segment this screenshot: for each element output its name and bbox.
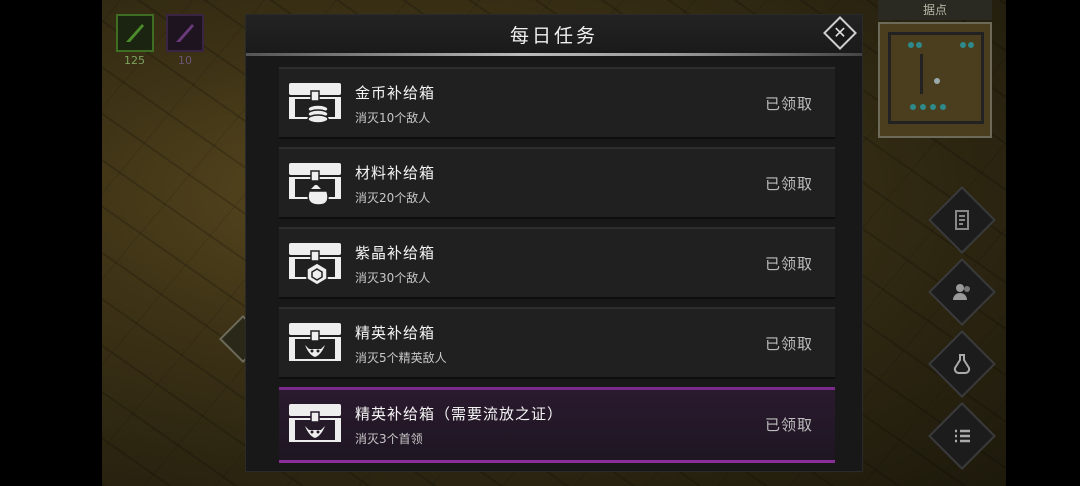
- quest-name: 紫晶补给箱: [355, 244, 436, 262]
- people-icon: [953, 284, 970, 300]
- quest-status[interactable]: 已领取: [765, 93, 813, 114]
- minimap-marker: [968, 42, 974, 48]
- minimap-marker: [920, 104, 926, 110]
- purple-blade-icon: [176, 24, 194, 42]
- minimap-marker: [930, 104, 936, 110]
- quest-row[interactable]: 金币补给箱 消灭10个敌人 已领取: [279, 67, 835, 139]
- quest-status[interactable]: 已领取: [765, 333, 813, 354]
- list-icon: [955, 429, 970, 443]
- minimap-wall: [888, 32, 891, 124]
- minimap-wall: [888, 32, 984, 35]
- daily-quest-dialog: 每日任务 ✕ 金币补给箱 消灭10个敌人 已领取 材料补给箱 消灭20个敌人 已…: [245, 14, 863, 472]
- quest-row-elite[interactable]: 精英补给箱（需要流放之证） 消灭3个首领 已领取: [279, 387, 835, 463]
- quest-desc: 消灭5个精英敌人: [355, 351, 447, 365]
- document-icon: [955, 210, 969, 230]
- minimap-marker: [940, 104, 946, 110]
- skill-slot-1[interactable]: [116, 14, 154, 52]
- minimap-marker: [960, 42, 966, 48]
- quest-row[interactable]: 材料补给箱 消灭20个敌人 已领取: [279, 147, 835, 219]
- minimap-wall: [920, 54, 923, 94]
- minimap-wall: [981, 32, 984, 124]
- skill-1-count: 125: [124, 54, 145, 67]
- player-marker: [934, 78, 940, 84]
- potion-icon: [953, 354, 971, 374]
- minimap-marker: [910, 104, 916, 110]
- quest-list: 金币补给箱 消灭10个敌人 已领取 材料补给箱 消灭20个敌人 已领取 紫晶补给…: [279, 67, 835, 471]
- coin-chest-icon: [287, 79, 343, 129]
- minimap-marker: [908, 42, 914, 48]
- quest-row[interactable]: 精英补给箱 消灭5个精英敌人 已领取: [279, 307, 835, 379]
- quest-status[interactable]: 已领取: [765, 253, 813, 274]
- dialog-title: 每日任务: [509, 25, 598, 47]
- elite-chest-icon: [287, 319, 343, 369]
- minimap-marker: [916, 42, 922, 48]
- minimap-title: 据点: [878, 0, 992, 20]
- quest-name: 金币补给箱: [355, 84, 436, 102]
- quest-row[interactable]: 紫晶补给箱 消灭30个敌人 已领取: [279, 227, 835, 299]
- quest-desc: 消灭20个敌人: [355, 191, 431, 205]
- quest-desc: 消灭10个敌人: [355, 111, 431, 125]
- minimap-wall: [888, 121, 984, 124]
- boss-chest-icon: [287, 400, 343, 450]
- skill-slot-2[interactable]: [166, 14, 204, 52]
- quest-desc: 消灭3个首领: [355, 432, 423, 446]
- quest-name: 材料补给箱: [355, 164, 436, 182]
- quest-name: 精英补给箱（需要流放之证）: [355, 405, 564, 423]
- quest-desc: 消灭30个敌人: [355, 271, 431, 285]
- quest-name: 精英补给箱: [355, 324, 436, 342]
- green-blade-icon: [126, 24, 144, 42]
- minimap[interactable]: [878, 22, 992, 138]
- material-chest-icon: [287, 159, 343, 209]
- quest-status[interactable]: 已领取: [765, 414, 813, 435]
- header-divider: [246, 53, 862, 56]
- close-icon: ✕: [833, 23, 847, 42]
- skill-2-count: 10: [178, 54, 192, 67]
- dialog-header: 每日任务: [246, 15, 862, 53]
- quest-status[interactable]: 已领取: [765, 173, 813, 194]
- crystal-chest-icon: [287, 239, 343, 289]
